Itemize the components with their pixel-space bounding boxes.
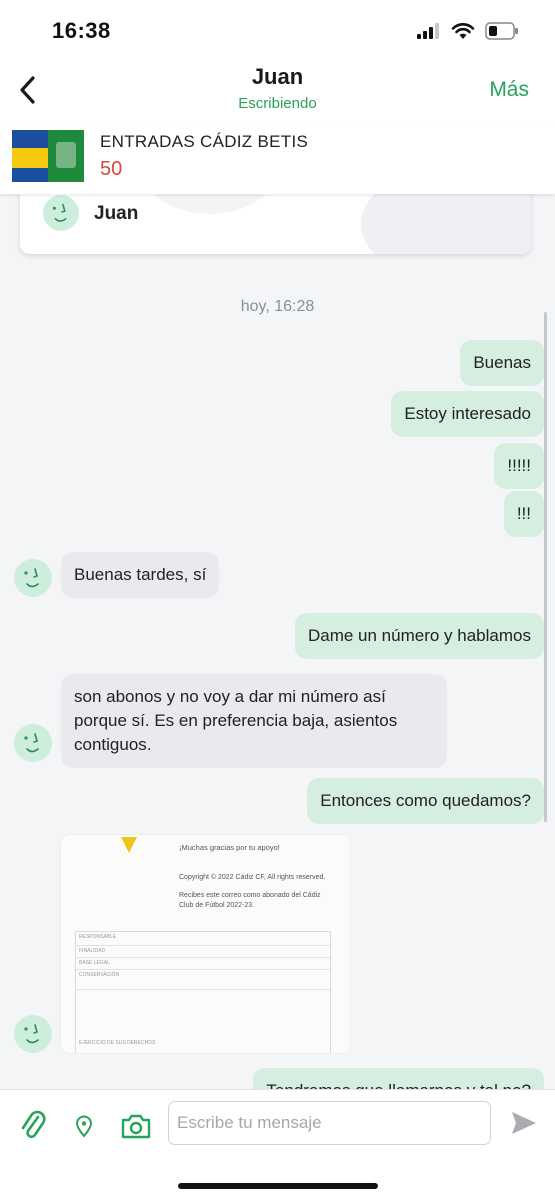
message-outgoing[interactable]: !!! <box>503 491 544 537</box>
chat-area[interactable]: Juan hoy, 16:28 Buenas Estoy interesado … <box>0 194 555 1089</box>
listing-price: 50 <box>100 158 123 180</box>
message-incoming[interactable]: Buenas tardes, sí <box>61 552 220 598</box>
avatar-icon <box>14 559 52 597</box>
message-composer <box>0 1089 555 1200</box>
card-decoration <box>361 194 531 254</box>
home-indicator[interactable] <box>178 1183 378 1189</box>
location-button[interactable] <box>66 1108 102 1144</box>
more-button[interactable]: Más <box>489 78 529 102</box>
location-pin-icon <box>75 1115 93 1138</box>
chat-header: Juan Escribiendo Más <box>0 60 555 122</box>
image-text: Copyright © 2022 Cádiz CF, All rights re… <box>179 874 326 881</box>
profile-card[interactable]: Juan <box>20 194 531 254</box>
camera-button[interactable] <box>118 1108 154 1144</box>
status-icons <box>417 22 519 40</box>
listing-title: ENTRADAS CÁDIZ BETIS <box>100 132 309 151</box>
card-decoration <box>140 194 280 214</box>
camera-icon <box>121 1114 151 1139</box>
status-time: 16:38 <box>52 18 111 43</box>
avatar-icon <box>14 724 52 762</box>
wifi-icon <box>451 23 475 39</box>
battery-icon <box>485 22 518 40</box>
betis-flag-image <box>48 130 84 182</box>
paperclip-icon <box>21 1110 46 1139</box>
contact-name[interactable]: Juan <box>0 64 555 90</box>
image-text: ¡Muchas gracias por tu apoyo! <box>179 843 280 852</box>
message-outgoing[interactable]: Tendremos que llamarnos y tal no? <box>253 1068 544 1089</box>
attach-button[interactable] <box>15 1108 51 1144</box>
avatar-icon <box>14 1015 52 1053</box>
typing-status: Escribiendo <box>238 95 317 112</box>
cadiz-flag-image <box>12 130 48 182</box>
send-icon <box>512 1112 536 1134</box>
image-text: Recibes este correo como abonado del Cád… <box>179 892 321 909</box>
image-table-row: BASE LEGAL <box>76 958 332 970</box>
listing-bar[interactable]: ENTRADAS CÁDIZ BETIS 50 <box>0 124 555 194</box>
image-table: RESPONSABLE FINALIDAD BASE LEGAL CONSERV… <box>75 931 332 1053</box>
message-input[interactable] <box>168 1101 491 1145</box>
send-button[interactable] <box>506 1105 542 1141</box>
message-outgoing[interactable]: Estoy interesado <box>391 391 544 437</box>
date-separator: hoy, 16:28 <box>240 298 315 315</box>
image-table-row: FINALIDAD <box>76 946 332 958</box>
status-bar: 16:38 <box>0 0 555 60</box>
avatar-icon <box>42 194 80 232</box>
message-outgoing[interactable]: Entonces como quedamos? <box>307 778 544 824</box>
image-table-row: CONSERVACIÓN <box>76 970 332 990</box>
message-outgoing[interactable]: Buenas <box>460 340 544 386</box>
image-table-row: EJERCICIO DE SUS DERECHOS <box>79 1040 156 1046</box>
listing-thumbnail <box>12 130 84 182</box>
scrollbar[interactable] <box>544 312 547 822</box>
image-message[interactable]: ¡Muchas gracias por tu apoyo! Copyright … <box>60 834 351 1054</box>
message-outgoing[interactable]: !!!!! <box>494 443 544 489</box>
profile-name: Juan <box>94 203 139 224</box>
signal-icon <box>417 23 439 39</box>
message-incoming[interactable]: son abonos y no voy a dar mi número así … <box>61 674 447 768</box>
message-outgoing[interactable]: Dame un número y hablamos <box>294 613 544 659</box>
cadiz-logo-icon <box>121 837 137 853</box>
image-table-row: RESPONSABLE <box>76 932 332 946</box>
